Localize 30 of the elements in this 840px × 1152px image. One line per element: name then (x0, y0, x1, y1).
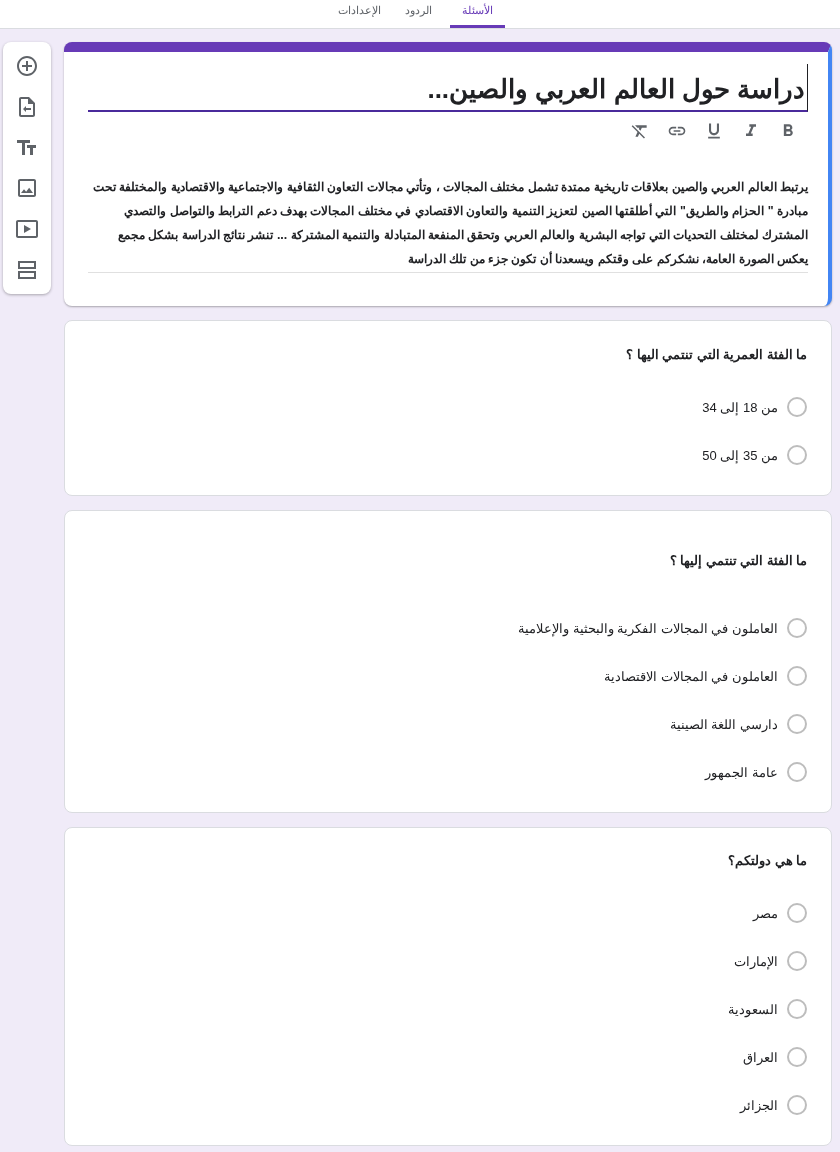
option-label: الإمارات (734, 953, 778, 969)
radio-button[interactable] (787, 445, 807, 465)
option-label: عامة الجمهور (705, 764, 778, 780)
radio-button[interactable] (787, 999, 807, 1019)
form-title-field[interactable]: دراسة حول العالم العربي والصين... (88, 64, 808, 112)
form-tab[interactable]: الردود (398, 0, 438, 28)
option-label: من 35 إلى 50 (702, 447, 778, 463)
radio-button[interactable] (787, 618, 807, 638)
option-label: العراق (743, 1049, 778, 1065)
radio-button[interactable] (787, 1047, 807, 1067)
option-label: السعودية (728, 1001, 778, 1017)
radio-button[interactable] (787, 762, 807, 782)
form-tab[interactable]: الإعدادات (331, 0, 387, 28)
option-label: العاملون في المجالات الاقتصادية (604, 668, 778, 684)
radio-button[interactable] (787, 951, 807, 971)
option-label: مصر (753, 905, 778, 921)
option-label: العاملون في المجالات الفكرية والبحثية والإعلامية (517, 620, 778, 636)
radio-button[interactable] (787, 714, 807, 734)
radio-button[interactable] (787, 397, 807, 417)
option-label: دارسي اللغة الصينية (669, 716, 778, 732)
form-tab[interactable]: الأسئلة (449, 0, 505, 28)
option-label: الجزائر (740, 1097, 778, 1113)
form-description-field[interactable]: يرتبط العالم العربي والصين بعلاقات تاريخية ممتدة تشمل مختلف المجالات ، وتأتي مجالات التعاون الثقافية والاجتماعية والاقتصادية والمختلفة تحت مبادرة " الحزام والطريق" التي أطلقتها الصين لتعزيز التنمية والتعاون الاقتصادي في مختلف المجالات بهدف دعم الترابط والتواصل والتصدي المشترك لمختلف التحديات التي تواجه البشرية والعالم العربي وتحقق المنفعة المتبادلة والتنمية المشتركة ... تنشر نتائج الدراسة بشكل مجمع يعكس الصورة العامة، نشكركم على وقتكم ويسعدنا أن تكون جزء من تلك الدراسة (88, 175, 808, 273)
radio-button[interactable] (787, 1095, 807, 1115)
question-title: ما الفئة العمرية التي تنتمي اليها ؟ (625, 347, 807, 365)
question-title: ما الفئة التي تنتمي إليها ؟ (668, 553, 807, 571)
radio-button[interactable] (787, 666, 807, 686)
question-title: ما هي دولتكم؟ (727, 853, 807, 871)
option-label: من 18 إلى 34 (702, 399, 778, 415)
radio-button[interactable] (787, 903, 807, 923)
